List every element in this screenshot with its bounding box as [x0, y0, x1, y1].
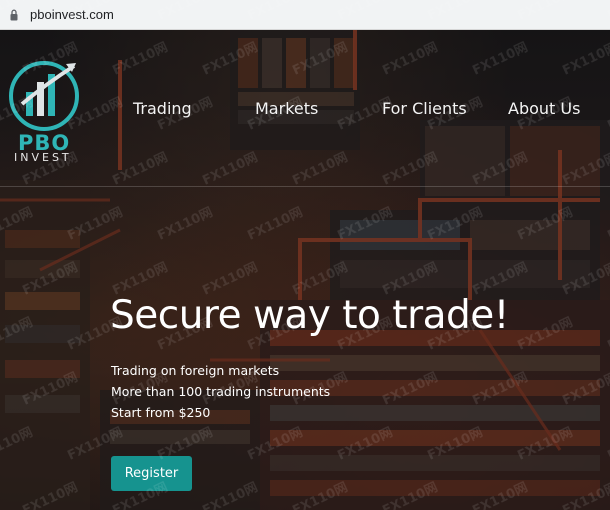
nav-markets[interactable]: Markets [255, 99, 318, 118]
hero-headline: Secure way to trade! [110, 293, 509, 338]
nav-trading[interactable]: Trading [133, 99, 192, 118]
nav-for-clients[interactable]: For Clients [382, 99, 467, 118]
url-text[interactable]: pboinvest.com [30, 7, 114, 22]
nav-divider [0, 186, 610, 187]
hero-line-foreign-markets: Trading on foreign markets [111, 363, 280, 378]
hero-line-instruments: More than 100 trading instruments [111, 384, 331, 399]
logo-subtitle: INVEST [14, 151, 72, 164]
nav-about-us[interactable]: About Us [508, 99, 580, 118]
hero-section: PBO INVEST Trading Markets For Clients A… [0, 30, 610, 510]
lock-icon [10, 9, 18, 21]
browser-address-bar[interactable]: pboinvest.com [0, 0, 610, 30]
register-button[interactable]: Register [111, 456, 192, 491]
hero-line-start-from: Start from $250 [111, 405, 211, 420]
